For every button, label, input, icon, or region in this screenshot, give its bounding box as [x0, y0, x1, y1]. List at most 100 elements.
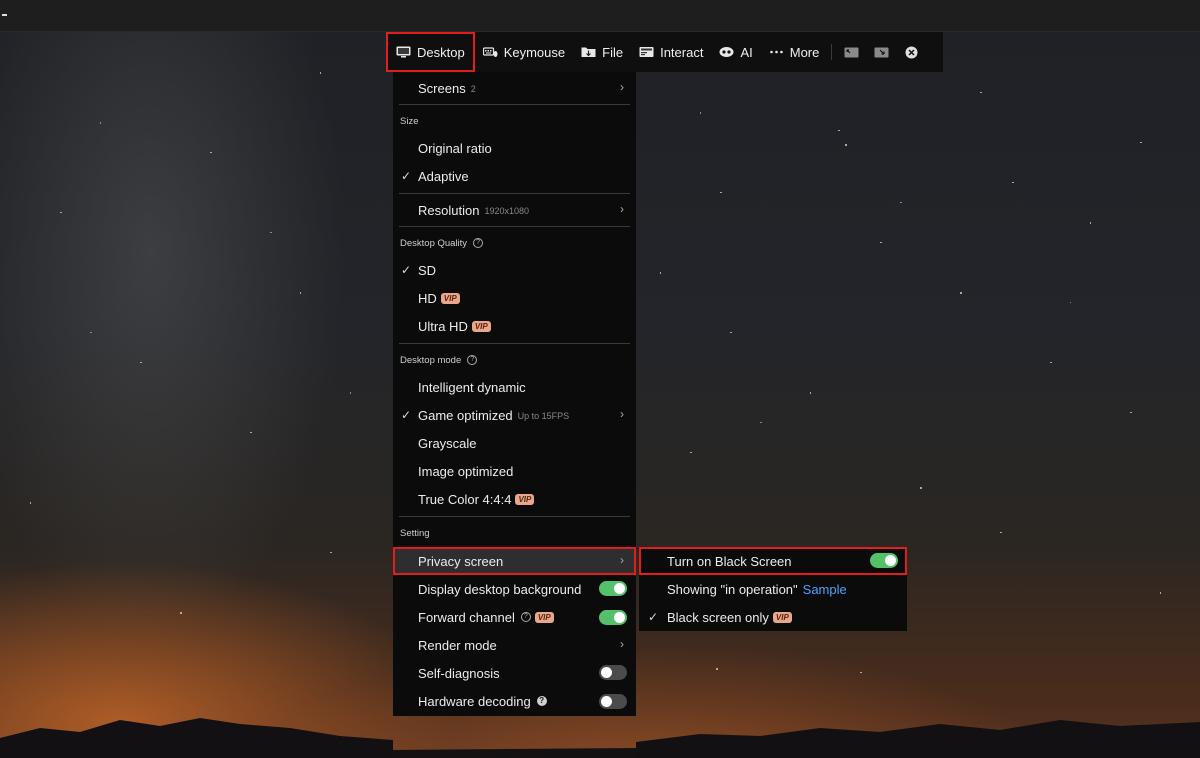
help-icon[interactable]: ?	[467, 355, 478, 366]
toolbar-ai-label: AI	[740, 44, 753, 60]
toolbar-desktop-label: Desktop	[417, 44, 465, 60]
toolbar-desktop-button[interactable]: Desktop	[386, 32, 475, 72]
forward-channel-toggle[interactable]	[599, 610, 627, 625]
menu-item-ultra-hd[interactable]: Ultra HD VIP	[393, 312, 636, 340]
display-desktop-background-label: Display desktop background	[418, 581, 582, 597]
menu-item-hd[interactable]: HD VIP	[393, 284, 636, 312]
intelligent-dynamic-label: Intelligent dynamic	[418, 379, 526, 395]
chevron-right-icon: ›	[620, 80, 624, 94]
hardware-decoding-label: Hardware decoding	[418, 693, 531, 709]
menu-item-original-ratio[interactable]: Original ratio	[393, 134, 636, 162]
adaptive-label: Adaptive	[418, 168, 469, 184]
menu-item-adaptive[interactable]: ✓ Adaptive	[393, 162, 636, 190]
black-screen-only-label: Black screen only	[667, 609, 769, 625]
menu-item-forward-channel[interactable]: Forward channel ? VIP	[393, 603, 636, 631]
check-icon: ✓	[401, 169, 412, 183]
submenu-item-black-screen-only[interactable]: ✓ Black screen only VIP	[639, 603, 907, 631]
privacy-screen-submenu: Turn on Black Screen Showing "in operati…	[639, 547, 907, 631]
resolution-label: Resolution	[418, 202, 480, 218]
monitor-icon	[396, 46, 411, 58]
menu-item-image-optimized[interactable]: Image optimized	[393, 457, 636, 485]
chevron-right-icon: ›	[620, 553, 624, 567]
more-dots-icon	[769, 50, 783, 54]
help-icon[interactable]: ?	[473, 238, 484, 249]
game-optimized-fps: Up to 15FPS	[517, 411, 570, 421]
minimize-window-icon	[874, 47, 889, 57]
menu-item-sd[interactable]: ✓ SD	[393, 256, 636, 284]
display-desktop-background-toggle[interactable]	[599, 581, 627, 596]
menu-item-screens[interactable]: Screens 2 ›	[393, 74, 636, 102]
toolbar-interact-label: Interact	[660, 44, 704, 60]
help-icon[interactable]: ?	[536, 696, 547, 706]
submenu-item-turn-on-black-screen[interactable]: Turn on Black Screen	[639, 547, 907, 575]
toolbar-more-button[interactable]: More	[761, 32, 828, 72]
toolbar-file-label: File	[602, 44, 624, 60]
fit-screen-icon	[844, 47, 859, 57]
section-desktop-quality: Desktop Quality?	[400, 238, 484, 249]
menu-item-self-diagnosis[interactable]: Self-diagnosis	[393, 659, 636, 687]
hd-label: HD	[418, 290, 437, 306]
keyboard-mouse-icon	[482, 47, 498, 57]
menu-item-hardware-decoding[interactable]: Hardware decoding ?	[393, 687, 636, 715]
fit-screen-button[interactable]	[836, 32, 866, 72]
toolbar-keymouse-label: Keymouse	[503, 44, 566, 60]
menu-item-resolution[interactable]: Resolution 1920x1080 ›	[393, 196, 636, 224]
menu-item-grayscale[interactable]: Grayscale	[393, 429, 636, 457]
menu-item-true-color[interactable]: True Color 4:4:4 VIP	[393, 485, 636, 513]
close-icon	[905, 46, 918, 58]
showing-in-operation-label: Showing "in operation"	[667, 581, 798, 597]
hardware-decoding-toggle[interactable]	[599, 694, 627, 709]
menu-divider	[399, 343, 630, 344]
screens-label: Screens	[418, 80, 466, 96]
menu-divider	[399, 516, 630, 517]
toolbar-more-label: More	[789, 44, 820, 60]
menu-divider	[399, 104, 630, 105]
self-diagnosis-label: Self-diagnosis	[418, 665, 500, 681]
ultra-hd-label: Ultra HD	[418, 318, 468, 334]
turn-on-black-screen-label: Turn on Black Screen	[667, 553, 792, 569]
minimize-window-button[interactable]	[866, 32, 896, 72]
chevron-right-icon: ›	[620, 407, 624, 421]
remote-control-toolbar: Desktop Keymouse File Interact AI More	[386, 32, 943, 72]
screens-count: 2	[470, 84, 476, 94]
grayscale-label: Grayscale	[418, 435, 477, 451]
black-screen-toggle[interactable]	[870, 553, 898, 568]
render-mode-label: Render mode	[418, 637, 497, 653]
chevron-right-icon: ›	[620, 202, 624, 216]
menu-item-game-optimized[interactable]: ✓ Game optimized Up to 15FPS ›	[393, 401, 636, 429]
vip-badge: VIP	[471, 320, 491, 332]
sample-link[interactable]: Sample	[803, 582, 847, 597]
section-desktop-mode: Desktop mode?	[400, 355, 478, 366]
desktop-menu: Screens 2 › Size Original ratio ✓ Adapti…	[393, 72, 636, 716]
image-optimized-label: Image optimized	[418, 463, 514, 479]
chevron-right-icon: ›	[620, 637, 624, 651]
submenu-item-showing-in-operation[interactable]: Showing "in operation" Sample	[639, 575, 907, 603]
ai-eye-icon	[719, 47, 734, 57]
menu-divider	[399, 226, 630, 227]
forward-channel-label: Forward channel	[418, 609, 515, 625]
menu-item-render-mode[interactable]: Render mode ›	[393, 631, 636, 659]
toolbar-keymouse-button[interactable]: Keymouse	[475, 32, 573, 72]
desktop-quality-label: Desktop Quality	[400, 238, 468, 249]
toolbar-ai-button[interactable]: AI	[711, 32, 760, 72]
help-icon[interactable]: ?	[520, 612, 531, 622]
vip-badge: VIP	[772, 611, 792, 623]
check-icon: ✓	[401, 263, 412, 277]
original-ratio-label: Original ratio	[418, 140, 492, 156]
menu-divider	[399, 193, 630, 194]
menu-item-privacy-screen[interactable]: Privacy screen ›	[393, 547, 636, 575]
toolbar-separator	[831, 44, 833, 60]
window-titlebar	[0, 0, 1200, 32]
menu-item-display-desktop-background[interactable]: Display desktop background	[393, 575, 636, 603]
toolbar-interact-button[interactable]: Interact	[631, 32, 711, 72]
toolbar-file-button[interactable]: File	[573, 32, 631, 72]
self-diagnosis-toggle[interactable]	[599, 665, 627, 680]
menu-item-intelligent-dynamic[interactable]: Intelligent dynamic	[393, 373, 636, 401]
section-setting: Setting	[400, 528, 430, 539]
desktop-mode-label: Desktop mode	[400, 355, 462, 366]
interact-icon	[639, 47, 654, 57]
close-session-button[interactable]	[896, 32, 926, 72]
check-icon: ✓	[401, 408, 412, 422]
vip-badge: VIP	[515, 493, 535, 505]
file-transfer-icon	[581, 47, 596, 57]
